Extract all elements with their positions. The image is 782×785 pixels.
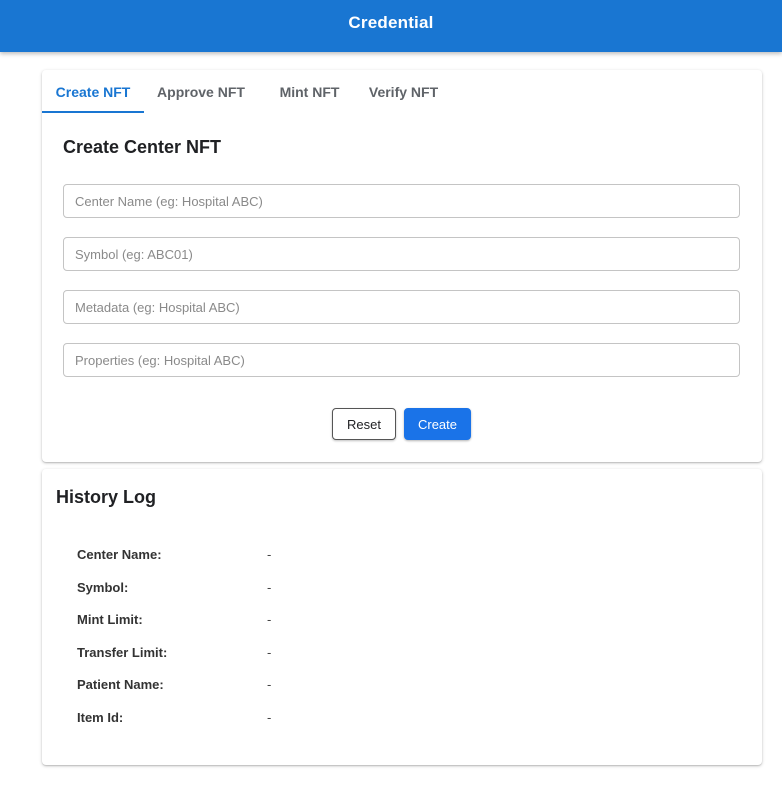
history-label: Item Id:	[77, 709, 124, 725]
history-row-patient-name: Patient Name: -	[77, 677, 271, 710]
create-button[interactable]: Create	[404, 408, 471, 440]
history-value: -	[267, 579, 272, 595]
tab-verify-nft[interactable]: Verify NFT	[361, 70, 446, 113]
history-label: Mint Limit:	[77, 612, 143, 628]
history-label: Transfer Limit:	[77, 644, 168, 660]
history-label: Center Name:	[77, 547, 162, 562]
history-value: -	[267, 612, 272, 628]
symbol-input[interactable]	[63, 237, 740, 271]
history-value: -	[267, 644, 272, 660]
tab-mint-nft[interactable]: Mint NFT	[258, 70, 361, 113]
history-list: Center Name: - Symbol: - Mint Limit: - T…	[77, 547, 271, 743]
history-label: Patient Name:	[77, 677, 164, 693]
create-nft-card: Create NFT Approve NFT Mint NFT Verify N…	[42, 70, 762, 462]
history-value: -	[267, 709, 272, 725]
app-header: Credential	[0, 0, 782, 52]
history-log-card: History Log Center Name: - Symbol: - Min…	[42, 469, 762, 765]
center-name-input[interactable]	[63, 184, 740, 218]
tab-bar: Create NFT Approve NFT Mint NFT Verify N…	[42, 70, 762, 113]
app-title: Credential	[348, 13, 434, 32]
history-row-symbol: Symbol: -	[77, 580, 271, 613]
history-value: -	[267, 677, 272, 693]
history-row-center-name: Center Name: -	[77, 547, 271, 580]
history-row-item-id: Item Id: -	[77, 710, 271, 743]
history-value: -	[267, 547, 272, 562]
history-title: History Log	[56, 487, 157, 507]
history-row-mint-limit: Mint Limit: -	[77, 612, 271, 645]
metadata-input[interactable]	[63, 290, 740, 324]
reset-button[interactable]: Reset	[332, 408, 396, 440]
tab-create-nft[interactable]: Create NFT	[42, 70, 144, 113]
history-row-transfer-limit: Transfer Limit: -	[77, 645, 271, 678]
history-label: Symbol:	[77, 579, 129, 595]
form-title: Create Center NFT	[63, 137, 222, 157]
tab-approve-nft[interactable]: Approve NFT	[144, 70, 258, 113]
properties-input[interactable]	[63, 343, 740, 377]
